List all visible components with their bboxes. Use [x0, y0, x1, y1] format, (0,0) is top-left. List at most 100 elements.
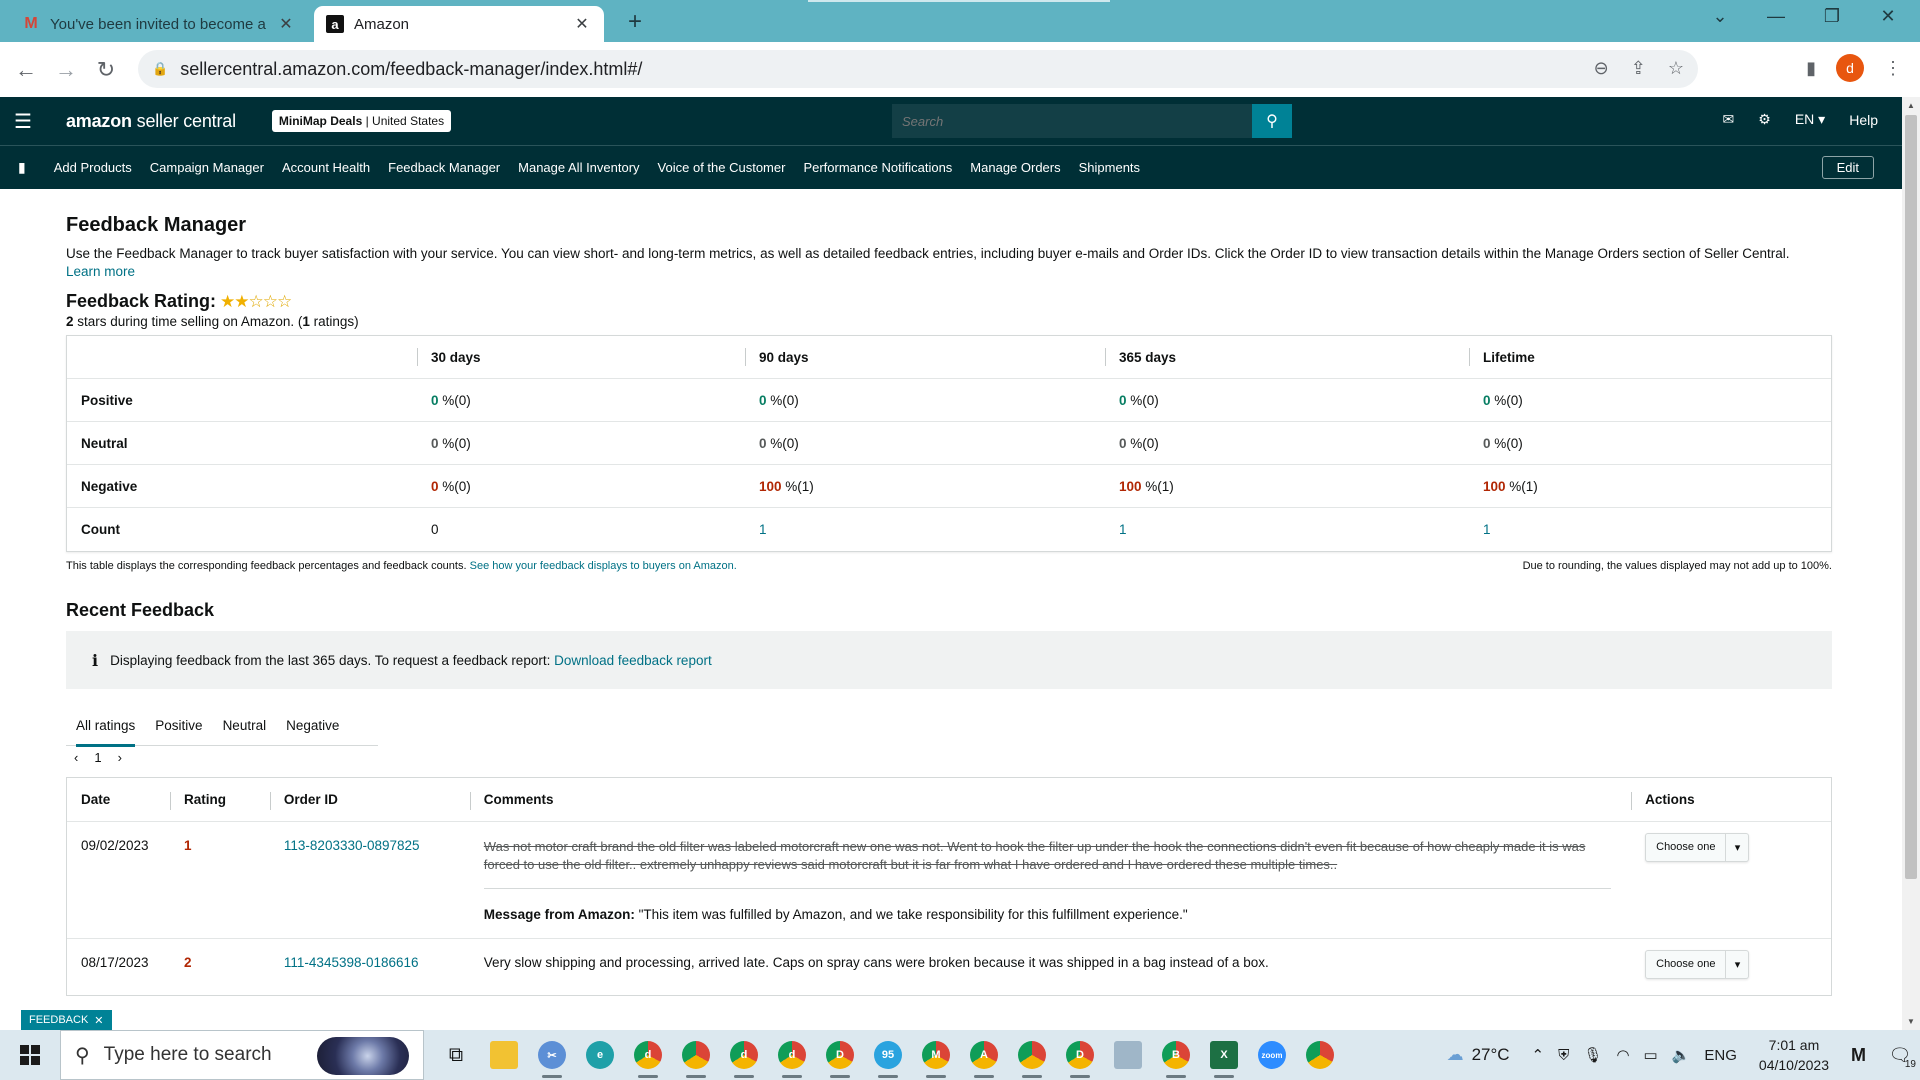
feedback-widget-button[interactable]: FEEDBACK ✕	[21, 1010, 112, 1030]
forward-button[interactable]: →	[46, 50, 86, 90]
minimize-button[interactable]: —	[1756, 6, 1796, 27]
microphone-icon[interactable]: 🎙	[1583, 1046, 1602, 1064]
chrome-profile-icon[interactable]: d	[624, 1030, 672, 1080]
edit-nav-button[interactable]: Edit	[1821, 156, 1874, 179]
close-tab-icon[interactable]: ✕	[276, 14, 296, 34]
excel-icon[interactable]: X	[1200, 1030, 1248, 1080]
tab-all-ratings[interactable]: All ratings	[66, 705, 145, 747]
edge-icon[interactable]: e	[576, 1030, 624, 1080]
chevron-up-icon[interactable]: ⌃	[1532, 1046, 1545, 1064]
close-tab-icon[interactable]: ✕	[572, 14, 592, 34]
file-explorer-icon[interactable]	[480, 1030, 528, 1080]
scrollbar-thumb[interactable]	[1905, 115, 1917, 879]
profile-avatar[interactable]: d	[1836, 54, 1864, 82]
page-scrollbar[interactable]: ▲ ▼	[1902, 97, 1920, 1030]
nav-manage-orders[interactable]: Manage Orders	[970, 160, 1060, 175]
task-view-icon[interactable]: ⧉	[432, 1030, 480, 1080]
choose-action-dropdown[interactable]: Choose one ▾	[1645, 833, 1750, 862]
browser-tab-amazon[interactable]: a Amazon ✕	[314, 6, 604, 42]
tab-neutral[interactable]: Neutral	[213, 705, 277, 746]
chrome-profile-icon[interactable]: M	[912, 1030, 960, 1080]
weather-widget[interactable]: ☁ 27°C	[1447, 1045, 1510, 1065]
bookmark-star-icon[interactable]: ☆	[1668, 58, 1684, 79]
chrome-profile-icon[interactable]: D	[816, 1030, 864, 1080]
mail-icon[interactable]: ✉	[1723, 111, 1735, 128]
notification-center-icon[interactable]: 🗨 19	[1880, 1045, 1920, 1070]
zoom-icon[interactable]: ⊖	[1594, 58, 1609, 79]
download-report-link[interactable]: Download feedback report	[554, 653, 712, 668]
close-icon[interactable]: ✕	[94, 1014, 103, 1027]
chrome-profile-icon[interactable]: A	[960, 1030, 1008, 1080]
nav-performance-notifications[interactable]: Performance Notifications	[803, 160, 952, 175]
back-button[interactable]: ←	[6, 50, 46, 90]
choose-action-dropdown[interactable]: Choose one ▾	[1645, 950, 1750, 979]
close-window-button[interactable]: ✕	[1868, 6, 1908, 27]
telegram-icon[interactable]: 95	[864, 1030, 912, 1080]
reload-button[interactable]: ↻	[86, 50, 126, 90]
zoom-icon[interactable]: zoom	[1248, 1030, 1296, 1080]
chrome-profile-icon[interactable]: d	[720, 1030, 768, 1080]
scroll-down-icon[interactable]: ▼	[1902, 1017, 1920, 1026]
hamburger-menu-icon[interactable]: ☰	[14, 109, 36, 134]
nav-shipments[interactable]: Shipments	[1079, 160, 1140, 175]
restore-button[interactable]: ❐	[1812, 6, 1852, 27]
pagination: ‹ 1 ›	[66, 750, 1832, 765]
share-icon[interactable]: ⇪	[1631, 58, 1646, 79]
meet-now-icon[interactable]: M	[1851, 1045, 1866, 1066]
clock[interactable]: 7:01 am 04/10/2023	[1759, 1035, 1829, 1075]
metric-count-link[interactable]: 1	[1469, 522, 1829, 537]
order-id-link[interactable]: 111-4345398-0186616	[270, 955, 470, 970]
browser-menu-icon[interactable]: ⋮	[1884, 58, 1902, 79]
metric-count-link[interactable]: 1	[745, 522, 1105, 537]
input-language[interactable]: ENG	[1704, 1047, 1737, 1064]
chrome-profile-icon[interactable]: D	[1056, 1030, 1104, 1080]
tab-negative[interactable]: Negative	[276, 705, 349, 746]
main-content: Feedback Manager Use the Feedback Manage…	[66, 189, 1832, 996]
chrome-profile-icon[interactable]	[672, 1030, 720, 1080]
volume-icon[interactable]: 🔈	[1672, 1046, 1691, 1064]
search-input[interactable]	[892, 104, 1252, 138]
address-bar[interactable]: 🔒 sellercentral.amazon.com/feedback-mana…	[138, 50, 1698, 88]
chrome-profile-icon[interactable]	[1008, 1030, 1056, 1080]
chrome-profile-icon[interactable]: B	[1152, 1030, 1200, 1080]
seller-central-logo[interactable]: amazon seller central	[66, 111, 236, 132]
tab-search-icon[interactable]: ⌄	[1700, 6, 1740, 27]
chevron-left-icon[interactable]: ‹	[74, 750, 78, 765]
nav-add-products[interactable]: Add Products	[54, 160, 132, 175]
new-tab-button[interactable]: +	[620, 8, 650, 36]
store-selector[interactable]: MiniMap Deals | United States	[271, 110, 452, 132]
taskbar-search-box[interactable]: ⚲ Type here to search	[60, 1030, 424, 1080]
url-text[interactable]: sellercentral.amazon.com/feedback-manage…	[180, 59, 642, 80]
snipping-tool-icon[interactable]: ✂	[528, 1030, 576, 1080]
gear-icon[interactable]: ⚙	[1758, 111, 1771, 128]
language-selector[interactable]: EN ▾	[1795, 111, 1825, 128]
scroll-up-icon[interactable]: ▲	[1902, 101, 1920, 110]
help-link[interactable]: Help	[1849, 112, 1878, 128]
tab-positive[interactable]: Positive	[145, 705, 212, 746]
buyer-display-link[interactable]: See how your feedback displays to buyers…	[470, 560, 737, 572]
feedback-rating-value: 1	[183, 838, 192, 853]
metric-cell: 0 %(0)	[431, 478, 471, 494]
wifi-icon[interactable]: ◠	[1616, 1046, 1629, 1064]
order-id-link[interactable]: 113-8203330-0897825	[270, 838, 470, 853]
nav-account-health[interactable]: Account Health	[282, 160, 370, 175]
bookmark-icon[interactable]: ▮	[18, 159, 26, 176]
side-panel-icon[interactable]: ▮	[1806, 58, 1816, 79]
page-number[interactable]: 1	[94, 750, 101, 765]
nav-manage-all-inventory[interactable]: Manage All Inventory	[518, 160, 639, 175]
learn-more-link[interactable]: Learn more	[66, 264, 135, 279]
notes-app-icon[interactable]	[1104, 1030, 1152, 1080]
chrome-profile-icon[interactable]: d	[768, 1030, 816, 1080]
nav-feedback-manager[interactable]: Feedback Manager	[388, 160, 500, 175]
nav-campaign-manager[interactable]: Campaign Manager	[150, 160, 264, 175]
search-button[interactable]: ⚲	[1252, 104, 1292, 138]
metric-count-link[interactable]: 1	[1105, 522, 1469, 537]
battery-icon[interactable]: ▭	[1644, 1046, 1658, 1064]
start-button[interactable]	[0, 1030, 60, 1080]
lock-icon[interactable]: 🔒	[152, 61, 168, 77]
browser-tab-gmail[interactable]: M You've been invited to become a ✕	[10, 6, 308, 42]
chrome-icon[interactable]	[1296, 1030, 1344, 1080]
security-icon[interactable]: ⛨	[1558, 1047, 1569, 1064]
nav-voice-of-the-customer[interactable]: Voice of the Customer	[658, 160, 786, 175]
chevron-right-icon[interactable]: ›	[118, 750, 122, 765]
